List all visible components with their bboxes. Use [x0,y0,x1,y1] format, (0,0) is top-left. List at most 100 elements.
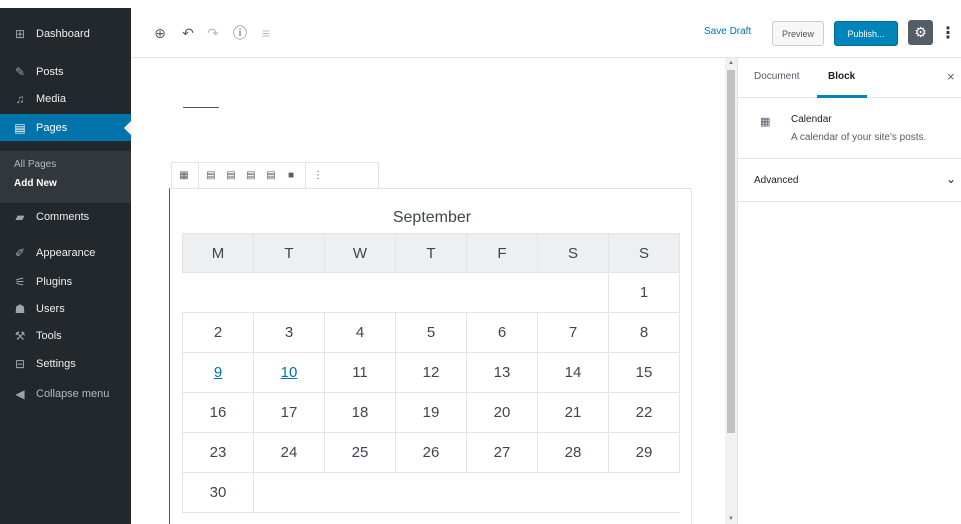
publish-button[interactable]: Publish... [834,21,898,46]
sidebar-item-pages[interactable]: ▤ Pages [0,114,131,141]
pages-submenu: All Pages Add New [0,151,131,203]
calendar-day: 4 [324,312,396,353]
calendar-empty-day [253,472,325,513]
calendar-day: 21 [537,392,609,433]
editor-scrollbar[interactable]: ▲ ▼ [725,58,737,524]
block-toolbar: ▦ ▤ ▤ ▤ ▤ ■ ⋮ [171,162,379,189]
sidebar-item-dashboard[interactable]: ⊞ Dashboard [0,20,131,47]
sidebar-item-label: Dashboard [36,27,90,40]
undo-icon[interactable]: ↶ [179,24,197,42]
calendar-week-row: 30 [182,472,680,513]
close-icon[interactable]: × [947,69,955,84]
calendar-day: 16 [182,392,254,433]
weekday-header: T [395,233,467,273]
sidebar-item-label: Tools [36,329,62,342]
calendar-empty-day [324,272,396,313]
sidebar-item-users[interactable]: ☗ Users [0,295,131,322]
weekday-header: T [253,233,325,273]
calendar-table: M T W T F S S 1 2 3 4 5 6 7 8 9 10 11 12 13 14 15 16 17 1… [182,233,680,513]
active-indicator [124,121,131,135]
calendar-day: 13 [466,352,538,393]
calendar-day: 28 [537,432,609,473]
editor-canvas[interactable]: ▦ ▤ ▤ ▤ ▤ ■ ⋮ September M T W T F S S 1 … [131,58,725,524]
calendar-block[interactable]: September M T W T F S S 1 2 3 4 5 6 7 8 9 10 11 12 1… [169,188,692,524]
gear-icon: ⚙ [914,24,927,40]
more-vertical-icon: ⋮ [940,25,956,42]
tab-block[interactable]: Block [828,71,855,82]
collapse-icon: ◀ [15,386,25,401]
calendar-empty-day [537,472,609,513]
advanced-label: Advanced [754,175,799,186]
calendar-day: 27 [466,432,538,473]
calendar-day: 15 [608,352,680,393]
calendar-empty-day [395,272,467,313]
settings-toggle-button[interactable]: ⚙ [908,20,933,45]
collapse-menu-button[interactable]: ◀ Collapse menu [0,380,131,407]
top-border [0,0,961,8]
tab-document[interactable]: Document [754,71,800,82]
sidebar-item-posts[interactable]: ✎ Posts [0,58,131,85]
media-icon: ♫ [15,91,25,106]
add-block-icon[interactable]: ⊕ [151,24,169,42]
advanced-panel-toggle[interactable]: Advanced ⌄ [738,159,961,202]
calendar-empty-day [537,272,609,313]
outline-icon[interactable]: ≡ [257,24,275,42]
scroll-thumb[interactable] [727,70,735,433]
preview-button[interactable]: Preview [772,21,824,46]
chevron-down-icon: ⌄ [946,172,957,186]
calendar-day: 18 [324,392,396,433]
calendar-icon: ▦ [760,116,771,128]
calendar-empty-day [253,272,325,313]
more-options-button[interactable]: ⋮ [940,22,956,44]
scroll-up-icon[interactable]: ▲ [725,58,737,68]
align-left-icon[interactable]: ▤ [203,168,219,184]
calendar-day: 12 [395,352,467,393]
calendar-empty-day [324,472,396,513]
submenu-add-new[interactable]: Add New [14,178,57,189]
calendar-day: 24 [253,432,325,473]
admin-sidebar: ⊞ Dashboard ✎ Posts ♫ Media ▤ Pages All … [0,8,131,524]
editor-window: ⊞ Dashboard ✎ Posts ♫ Media ▤ Pages All … [0,0,961,524]
calendar-caption: September [392,209,472,226]
sidebar-item-tools[interactable]: ⚒ Tools [0,322,131,349]
calendar-day: 11 [324,352,396,393]
sidebar-item-plugins[interactable]: ⚟ Plugins [0,268,131,295]
align-center-icon[interactable]: ▤ [223,168,239,184]
calendar-day: 17 [253,392,325,433]
scroll-down-icon[interactable]: ▼ [725,514,737,524]
calendar-day: 19 [395,392,467,433]
align-full-icon[interactable]: ■ [283,168,299,184]
align-wide-icon[interactable]: ▤ [263,168,279,184]
calendar-block-icon[interactable]: ▦ [176,168,192,184]
toolbar-divider [198,162,199,189]
calendar-day: 8 [608,312,680,353]
settings-sidebar: Document Block × ▦ Calendar A calendar o… [737,58,961,524]
wrench-icon: ⚒ [14,328,26,343]
align-right-icon[interactable]: ▤ [243,168,259,184]
calendar-day: 26 [395,432,467,473]
separator-block[interactable] [183,107,219,108]
block-card-title: Calendar [791,114,832,125]
submenu-all-pages[interactable]: All Pages [14,159,56,170]
calendar-day: 2 [182,312,254,353]
sidebar-item-appearance[interactable]: ✐ Appearance [0,239,131,266]
calendar-day[interactable]: 10 [253,352,325,393]
calendar-day: 6 [466,312,538,353]
sidebar-item-settings[interactable]: ⊟ Settings [0,350,131,377]
sidebar-item-comments[interactable]: ▰ Comments [0,203,131,230]
info-icon[interactable]: ⓘ [231,24,249,42]
calendar-empty-day [466,472,538,513]
redo-icon[interactable]: ↷ [204,24,222,42]
sidebar-item-label: Users [36,302,65,315]
active-tab-indicator [817,95,867,98]
calendar-week-row: 2345678 [182,312,680,353]
comments-icon: ▰ [15,209,25,224]
save-draft-button[interactable]: Save Draft [704,26,751,37]
block-card: ▦ Calendar A calendar of your site's pos… [738,99,961,159]
calendar-empty-day [395,472,467,513]
pages-icon: ▤ [14,120,26,135]
weekday-header: S [608,233,680,273]
calendar-day[interactable]: 9 [182,352,254,393]
sidebar-item-media[interactable]: ♫ Media [0,85,131,112]
more-vertical-icon[interactable]: ⋮ [310,168,326,184]
